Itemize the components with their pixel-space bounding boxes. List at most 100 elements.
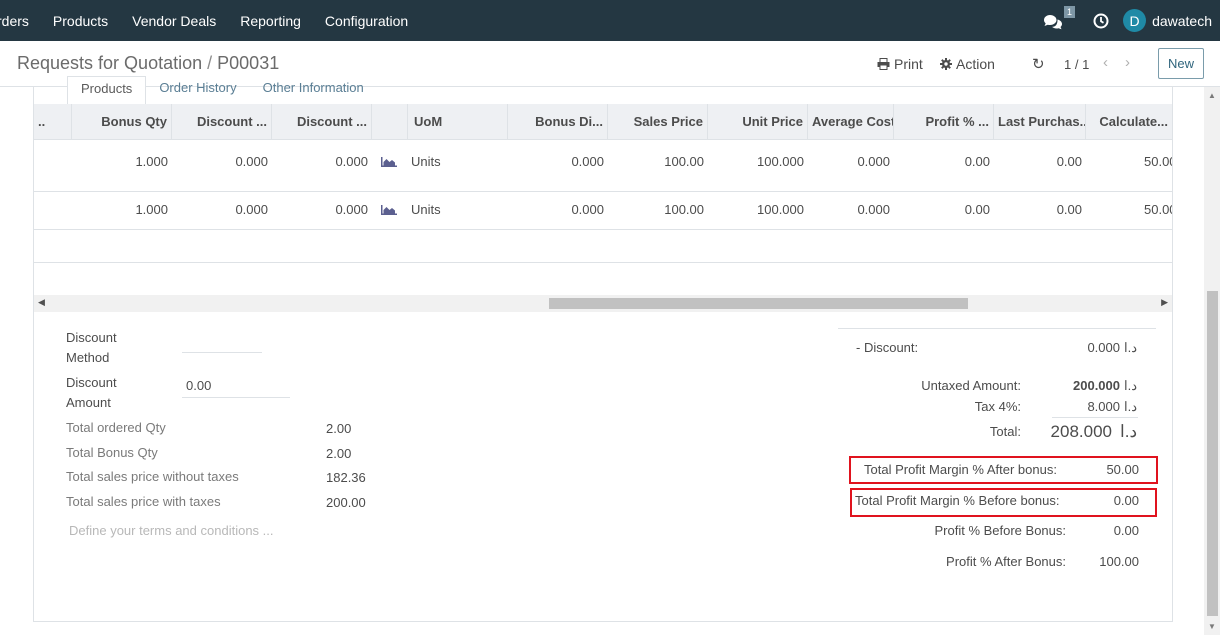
cell-sales-price[interactable]: 100.00 — [608, 154, 704, 169]
total-divider — [1052, 417, 1138, 418]
vertical-scrollbar[interactable]: ▲ ▼ — [1204, 87, 1220, 635]
cell-bonus-qty[interactable]: 1.000 — [72, 154, 168, 169]
currency-symbol: د.ا — [1124, 378, 1138, 393]
discount-total-label: - Discount: — [856, 340, 919, 355]
column-header-discount[interactable]: Discount ... — [172, 104, 272, 140]
table-row[interactable]: 1.000 0.000 0.000 Units 0.000 100.00 100… — [34, 140, 1172, 192]
column-header-unit-price[interactable]: Unit Price — [708, 104, 808, 140]
currency-symbol: د.ا — [1120, 422, 1138, 441]
profit-before-bonus-value: 0.00 — [1113, 523, 1139, 538]
pager-value[interactable]: 1 / 1 — [1064, 57, 1089, 72]
order-lines-table: .. Bonus Qty Discount ... Discount ... U… — [34, 104, 1172, 295]
profit-after-bonus-value: 100.00 — [1099, 554, 1139, 569]
top-navbar: rders Products Vendor Deals Reporting Co… — [0, 0, 1220, 41]
discount-method-field[interactable] — [182, 352, 262, 353]
table-header: .. Bonus Qty Discount ... Discount ... U… — [34, 104, 1172, 140]
cell-bonus-qty[interactable]: 1.000 — [72, 202, 168, 217]
profit-margin-after-bonus-label: Total Profit Margin % After bonus: — [864, 462, 1057, 477]
cell-discount[interactable]: 0.000 — [172, 154, 268, 169]
menu-orders[interactable]: rders — [0, 13, 41, 29]
untaxed-amount-label: Untaxed Amount: — [921, 378, 1021, 393]
column-header-calculated[interactable]: Calculate... — [1086, 104, 1172, 140]
column-header-uom[interactable]: UoM — [408, 104, 508, 140]
chevron-left-icon[interactable]: ‹ — [1103, 54, 1108, 71]
chevron-right-icon[interactable]: › — [1125, 54, 1130, 71]
profit-margin-after-bonus-value: 50.00 — [1106, 462, 1139, 477]
scroll-down-icon[interactable]: ▼ — [1208, 622, 1216, 631]
cell-last-purchase[interactable]: 0.00 — [994, 154, 1082, 169]
tab-other-information[interactable]: Other Information — [250, 76, 377, 104]
cell-calculated[interactable]: 50.00 — [1144, 202, 1172, 217]
column-header-bonus-discount[interactable]: Bonus Di... — [508, 104, 608, 140]
chat-icon — [1044, 14, 1063, 29]
discount-total-value: 0.000 — [1087, 340, 1120, 355]
chat-badge: 1 — [1064, 5, 1076, 18]
cell-discount-2[interactable]: 0.000 — [272, 202, 368, 217]
empty-row — [34, 230, 1172, 263]
menu-reporting[interactable]: Reporting — [228, 13, 313, 29]
total-bonus-qty-value: 2.00 — [326, 446, 352, 461]
horizontal-scrollbar[interactable]: ◀ ▶ — [34, 295, 1172, 312]
total-bonus-qty-label: Total Bonus Qty — [66, 445, 158, 460]
discount-amount-input[interactable]: 0.00 — [186, 378, 211, 393]
scroll-up-icon[interactable]: ▲ — [1208, 91, 1216, 100]
profit-before-bonus-label: Profit % Before Bonus: — [934, 523, 1066, 538]
new-button[interactable]: New — [1158, 48, 1204, 79]
cell-unit-price[interactable]: 100.000 — [708, 202, 804, 217]
cell-uom[interactable]: Units — [411, 202, 441, 217]
profit-margin-before-bonus-label: Total Profit Margin % Before bonus: — [855, 493, 1060, 508]
scroll-left-icon[interactable]: ◀ — [38, 297, 45, 308]
action-label: Action — [956, 56, 995, 72]
discount-method-label: Discount Method — [66, 330, 117, 365]
column-header[interactable]: .. — [34, 104, 72, 140]
breadcrumb-separator: / — [207, 53, 213, 73]
cell-calculated[interactable]: 50.00 — [1144, 154, 1172, 169]
total-label: Total: — [989, 424, 1021, 439]
cell-sales-price[interactable]: 100.00 — [608, 202, 704, 217]
menu-vendor-deals[interactable]: Vendor Deals — [120, 13, 228, 29]
terms-and-conditions-field[interactable]: Define your terms and conditions ... — [69, 523, 274, 538]
forecast-chart-icon[interactable] — [381, 205, 397, 215]
tab-order-history[interactable]: Order History — [146, 76, 249, 104]
scroll-right-icon[interactable]: ▶ — [1161, 297, 1168, 308]
cell-bonus-discount[interactable]: 0.000 — [508, 154, 604, 169]
cell-profit[interactable]: 0.00 — [894, 202, 990, 217]
column-header-bonus-qty[interactable]: Bonus Qty — [72, 104, 172, 140]
empty-row — [34, 263, 1172, 295]
cell-average-cost[interactable]: 0.000 — [808, 154, 890, 169]
cell-unit-price[interactable]: 100.000 — [708, 154, 804, 169]
column-header-sales-price[interactable]: Sales Price — [608, 104, 708, 140]
cell-last-purchase[interactable]: 0.00 — [994, 202, 1082, 217]
menu-products[interactable]: Products — [41, 13, 120, 29]
forecast-chart-icon[interactable] — [381, 157, 397, 167]
cell-bonus-discount[interactable]: 0.000 — [508, 202, 604, 217]
print-button[interactable]: Print — [877, 56, 923, 72]
totals-divider — [838, 328, 1156, 329]
cell-discount[interactable]: 0.000 — [172, 202, 268, 217]
breadcrumb-current: P00031 — [217, 53, 280, 73]
cell-discount-2[interactable]: 0.000 — [272, 154, 368, 169]
messaging-menu[interactable]: 1 — [1043, 5, 1076, 31]
column-header-discount-2[interactable]: Discount ... — [272, 104, 372, 140]
activity-clock-icon[interactable] — [1093, 13, 1109, 29]
column-header-last-purchase[interactable]: Last Purchas... — [994, 104, 1086, 140]
column-header-profit[interactable]: Profit % ... — [894, 104, 994, 140]
scrollbar-thumb[interactable] — [549, 298, 968, 309]
refresh-icon[interactable]: ↻ — [1032, 55, 1045, 73]
user-name[interactable]: dawatech — [1152, 13, 1212, 29]
table-row[interactable]: 1.000 0.000 0.000 Units 0.000 100.00 100… — [34, 192, 1172, 230]
scrollbar-thumb[interactable] — [1207, 291, 1218, 616]
avatar[interactable]: D — [1123, 9, 1147, 32]
breadcrumb-parent[interactable]: Requests for Quotation — [17, 53, 202, 73]
cell-average-cost[interactable]: 0.000 — [808, 202, 890, 217]
column-header-forecast — [372, 104, 408, 140]
action-button[interactable]: Action — [940, 56, 995, 72]
total-value: 208.000 — [1050, 422, 1112, 441]
cell-profit[interactable]: 0.00 — [894, 154, 990, 169]
tab-products[interactable]: Products — [67, 76, 147, 104]
column-header-average-cost[interactable]: Average Cost — [808, 104, 894, 140]
menu-configuration[interactable]: Configuration — [313, 13, 420, 29]
profit-margin-before-bonus-value: 0.00 — [1113, 493, 1139, 508]
total-ordered-qty-label: Total ordered Qty — [66, 420, 166, 435]
cell-uom[interactable]: Units — [411, 154, 441, 169]
